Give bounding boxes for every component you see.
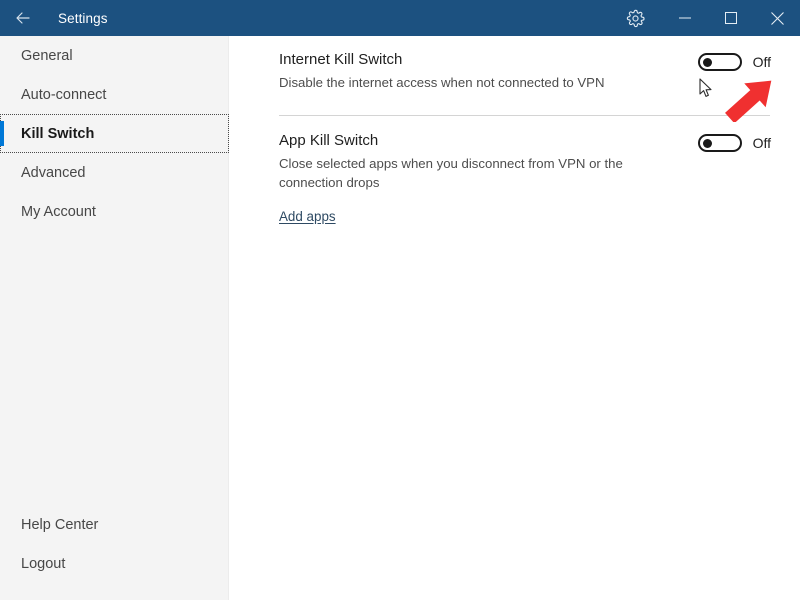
toggle-knob [702, 138, 712, 148]
sidebar-item-my-account[interactable]: My Account [0, 192, 229, 231]
back-arrow-icon [14, 9, 32, 27]
app-kill-switch-toggle[interactable] [697, 134, 742, 152]
section-divider [279, 115, 770, 116]
sidebar-item-label: Help Center [21, 516, 99, 533]
sidebar-item-help-center[interactable]: Help Center [0, 505, 229, 544]
close-icon [770, 11, 784, 25]
minimize-button[interactable] [662, 0, 708, 36]
sidebar-nav-primary: General Auto-connect Kill Switch Advance… [0, 36, 229, 231]
close-button[interactable] [754, 0, 800, 36]
add-apps-link[interactable]: Add apps [279, 209, 336, 224]
title-bar: Settings [0, 0, 800, 36]
sidebar-nav-secondary: Help Center Logout [0, 505, 229, 583]
sidebar: General Auto-connect Kill Switch Advance… [0, 36, 229, 600]
sidebar-item-label: Auto-connect [21, 86, 107, 103]
section-row: Internet Kill Switch Disable the interne… [279, 50, 771, 92]
section-description: Disable the internet access when not con… [279, 75, 605, 90]
maximize-icon [725, 12, 737, 24]
app-kill-switch-toggle-label: Off [752, 135, 771, 151]
internet-kill-switch-toggle-label: Off [752, 54, 771, 70]
section-title: Internet Kill Switch [279, 51, 403, 68]
section-text: Internet Kill Switch Disable the interne… [279, 50, 604, 92]
internet-kill-switch-toggle[interactable] [697, 53, 742, 71]
section-title: App Kill Switch [279, 132, 379, 149]
section-description: Close selected apps when you disconnect … [279, 156, 623, 190]
settings-gear-button[interactable] [612, 0, 658, 36]
main-content: Internet Kill Switch Disable the interne… [229, 36, 800, 600]
add-apps-row: Add apps [279, 208, 771, 226]
minimize-icon [679, 12, 691, 24]
sidebar-item-auto-connect[interactable]: Auto-connect [0, 75, 229, 114]
settings-window: Settings General Auto-connect Kill Switc… [0, 0, 800, 600]
sidebar-item-label: Logout [21, 555, 66, 572]
maximize-button[interactable] [708, 0, 754, 36]
sidebar-item-label: My Account [21, 203, 96, 220]
sidebar-item-kill-switch[interactable]: Kill Switch [0, 114, 229, 153]
window-title: Settings [58, 10, 108, 26]
internet-kill-switch-toggle-wrap: Off [697, 50, 771, 71]
section-app-kill-switch: App Kill Switch Close selected apps when… [279, 131, 771, 226]
gear-icon [626, 9, 645, 28]
section-internet-kill-switch: Internet Kill Switch Disable the interne… [279, 50, 771, 92]
sidebar-item-advanced[interactable]: Advanced [0, 153, 229, 192]
section-text: App Kill Switch Close selected apps when… [279, 131, 649, 192]
back-button[interactable] [0, 0, 46, 36]
sidebar-item-label: Advanced [21, 164, 86, 181]
sidebar-item-general[interactable]: General [0, 36, 229, 75]
toggle-knob [702, 57, 712, 67]
sidebar-item-label: General [21, 47, 73, 64]
sidebar-item-logout[interactable]: Logout [0, 544, 229, 583]
sidebar-item-label: Kill Switch [21, 125, 95, 142]
section-row: App Kill Switch Close selected apps when… [279, 131, 771, 192]
app-kill-switch-toggle-wrap: Off [697, 131, 771, 152]
